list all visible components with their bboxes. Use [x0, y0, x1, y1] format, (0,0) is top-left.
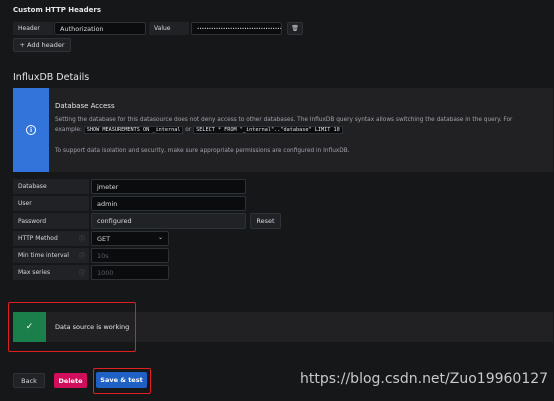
- header-value-input[interactable]: ••••••••••••••••••••••••••••••••••••: [191, 22, 282, 35]
- reset-password-button[interactable]: Reset: [250, 213, 281, 229]
- header-label: Header: [13, 22, 53, 35]
- password-field: configured: [91, 213, 246, 229]
- max-series-label: Max series ⓘ: [13, 265, 89, 280]
- code-snippet-select-query: SELECT * FROM "_internal".."database" LI…: [193, 126, 343, 134]
- min-time-interval-label-text: Min time interval: [18, 252, 69, 259]
- back-button[interactable]: Back: [13, 373, 45, 388]
- remove-header-button[interactable]: 🗑: [287, 22, 303, 35]
- http-method-label: HTTP Method ⓘ: [13, 231, 89, 246]
- highlight-box-save: [93, 368, 151, 394]
- chevron-down-icon: ⌄: [158, 234, 164, 241]
- http-method-label-text: HTTP Method: [18, 235, 58, 242]
- add-header-button[interactable]: + Add header: [13, 38, 71, 52]
- http-method-value: GET: [97, 234, 111, 243]
- info-text-line-2: example: SHOW MEASUREMENTS ON _internal …: [55, 126, 343, 134]
- custom-headers-title: Custom HTTP Headers: [13, 6, 102, 14]
- min-time-interval-input[interactable]: 10s: [91, 248, 169, 263]
- max-series-label-text: Max series: [18, 269, 51, 276]
- watermark: https://blog.csdn.net/Zuo19960127: [300, 371, 549, 387]
- database-label: Database: [13, 179, 89, 194]
- database-access-info-box: i Database Access Setting the database f…: [13, 88, 553, 172]
- help-icon[interactable]: ⓘ: [79, 268, 85, 277]
- header-name-input[interactable]: Authorization: [54, 22, 146, 35]
- info-or-text: or: [185, 127, 192, 133]
- http-method-select[interactable]: GET ⌄: [91, 231, 169, 246]
- info-icon: i: [26, 125, 36, 135]
- info-text-line-1: Setting the database for this datasource…: [55, 117, 513, 123]
- max-series-placeholder: 1000: [97, 268, 114, 277]
- min-time-interval-label: Min time interval ⓘ: [13, 248, 89, 263]
- database-input[interactable]: jmeter: [91, 179, 246, 194]
- info-stripe: i: [13, 88, 49, 172]
- trash-icon: 🗑: [291, 25, 299, 32]
- value-label: Value: [149, 22, 189, 35]
- max-series-input[interactable]: 1000: [91, 265, 169, 280]
- min-time-interval-placeholder: 10s: [97, 251, 109, 260]
- help-icon[interactable]: ⓘ: [79, 251, 85, 260]
- info-example-label: example:: [55, 127, 82, 133]
- password-label: Password: [13, 213, 89, 229]
- code-snippet-show-measurements: SHOW MEASUREMENTS ON _internal: [83, 126, 184, 134]
- user-label: User: [13, 196, 89, 211]
- info-text-line-3: To support data isolation and security, …: [55, 148, 350, 154]
- influxdb-details-title: InfluxDB Details: [13, 72, 90, 83]
- highlight-box-status: [8, 302, 136, 352]
- delete-button[interactable]: Delete: [54, 373, 87, 388]
- info-heading: Database Access: [55, 102, 115, 110]
- help-icon[interactable]: ⓘ: [79, 234, 85, 243]
- user-input[interactable]: admin: [91, 196, 246, 211]
